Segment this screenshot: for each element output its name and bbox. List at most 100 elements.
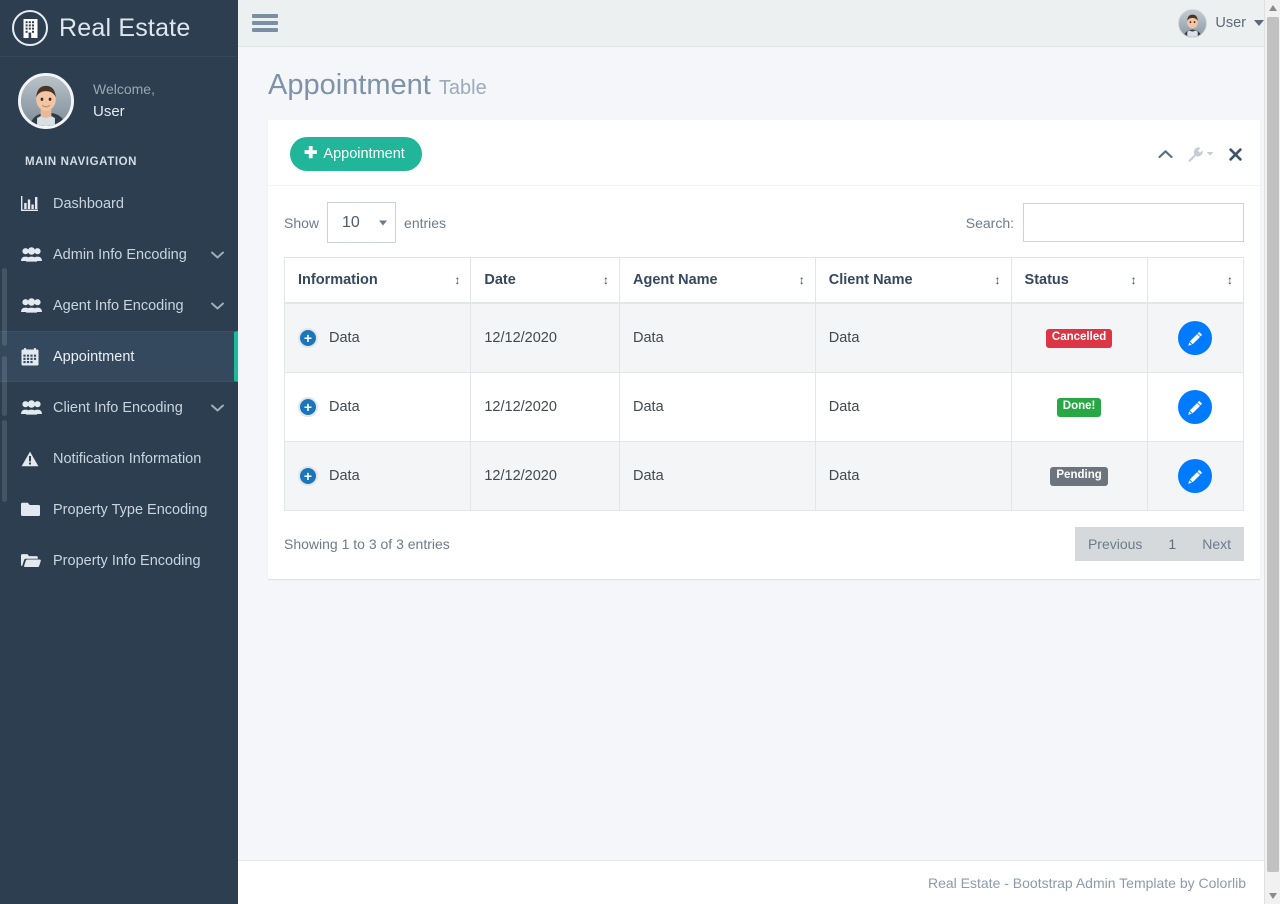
datatable-footer: Showing 1 to 3 of 3 entries Previous 1 N… xyxy=(284,511,1244,573)
entries-label: entries xyxy=(404,214,447,231)
page-length-control: Show 10 25 50 100 entries xyxy=(284,202,446,243)
table-header-row: Information ↕ Date ↕ Agent Name ↕ Client… xyxy=(283,257,1245,304)
content-area: Appointment Table ✚ Appointment Show 10 … xyxy=(238,47,1280,860)
edit-button[interactable] xyxy=(1178,390,1213,424)
sort-icon: ↕ xyxy=(1227,273,1233,287)
scrollbar-thumb[interactable] xyxy=(1267,17,1279,872)
avatar xyxy=(18,73,74,129)
cell-information-text: Data xyxy=(329,399,360,415)
pagination-page-1[interactable]: 1 xyxy=(1155,527,1189,561)
user-menu[interactable]: User xyxy=(1178,8,1264,38)
sidebar-item-label: Appointment xyxy=(53,348,135,365)
cell-status: Pending xyxy=(1010,441,1148,511)
add-appointment-button[interactable]: ✚ Appointment xyxy=(290,137,422,171)
table-row: + Data 12/12/2020 Data Data Done! xyxy=(283,372,1245,442)
edit-button[interactable] xyxy=(1178,459,1213,493)
pencil-icon xyxy=(1188,331,1203,346)
cell-actions xyxy=(1146,372,1245,442)
expand-row-icon[interactable]: + xyxy=(298,466,318,486)
bar-chart-icon xyxy=(21,196,47,211)
expand-row-icon[interactable]: + xyxy=(298,397,318,417)
column-header-date[interactable]: Date ↕ xyxy=(470,257,620,304)
folder-open-icon xyxy=(21,553,47,568)
column-header-information[interactable]: Information ↕ xyxy=(283,257,472,304)
page-length-select-wrap: 10 25 50 100 xyxy=(327,202,397,243)
sort-icon: ↕ xyxy=(1130,273,1137,287)
warning-triangle-icon xyxy=(21,451,47,467)
topbar: User xyxy=(238,0,1280,47)
column-header-client-name[interactable]: Client Name ↕ xyxy=(814,257,1012,304)
status-badge: Done! xyxy=(1056,398,1102,417)
appointment-table: Information ↕ Date ↕ Agent Name ↕ Client… xyxy=(283,257,1245,511)
caret-down-icon xyxy=(1254,20,1264,26)
sidebar-item-label: Client Info Encoding xyxy=(53,399,183,416)
sidebar-item-notification-information[interactable]: Notification Information xyxy=(0,433,238,484)
plus-icon: ✚ xyxy=(304,145,318,162)
page-length-select[interactable]: 10 25 50 100 xyxy=(327,202,397,243)
sidebar-item-client-info-encoding[interactable]: Client Info Encoding xyxy=(0,382,238,433)
sidebar: Real Estate Welcome, User MAIN NAVIGATIO… xyxy=(0,0,238,904)
sort-icon: ↕ xyxy=(798,273,805,287)
pagination-previous[interactable]: Previous xyxy=(1075,527,1155,561)
page-footer: Real Estate - Bootstrap Admin Template b… xyxy=(238,860,1280,904)
cell-client-name: Data xyxy=(814,441,1012,511)
sidebar-item-label: Property Info Encoding xyxy=(53,552,201,569)
sidebar-user-meta: Welcome, User xyxy=(93,79,155,123)
sidebar-item-label: Dashboard xyxy=(53,195,124,212)
pencil-icon xyxy=(1188,400,1203,415)
card-body: Show 10 25 50 100 entries xyxy=(268,186,1260,579)
expand-row-icon[interactable]: + xyxy=(298,328,318,348)
cell-status: Cancelled xyxy=(1010,302,1148,373)
brand-header[interactable]: Real Estate xyxy=(0,0,238,57)
sidebar-item-property-info-encoding[interactable]: Property Info Encoding xyxy=(0,535,238,586)
search-input[interactable] xyxy=(1023,203,1244,242)
sidebar-user-panel[interactable]: Welcome, User xyxy=(0,57,238,147)
sidebar-item-label: Notification Information xyxy=(53,450,202,467)
wrench-icon[interactable] xyxy=(1188,146,1214,162)
sidebar-item-label: Property Type Encoding xyxy=(53,501,208,518)
browser-scrollbar[interactable] xyxy=(1264,0,1280,904)
table-head: Information ↕ Date ↕ Agent Name ↕ Client… xyxy=(283,257,1245,304)
sidebar-item-agent-info-encoding[interactable]: Agent Info Encoding xyxy=(0,280,238,331)
sidebar-item-admin-info-encoding[interactable]: Admin Info Encoding xyxy=(0,229,238,280)
column-label: Client Name xyxy=(828,272,913,288)
chevron-down-icon xyxy=(1206,151,1214,157)
building-icon xyxy=(12,10,48,46)
topbar-user-label: User xyxy=(1215,15,1246,31)
sidebar-scrollbar-segment[interactable] xyxy=(2,268,7,346)
sidebar-user-name: User xyxy=(93,103,125,121)
pagination-next[interactable]: Next xyxy=(1189,527,1244,561)
table-body: + Data 12/12/2020 Data Data Cancelled + … xyxy=(283,302,1245,511)
status-badge: Cancelled xyxy=(1045,329,1113,348)
close-icon[interactable] xyxy=(1229,147,1242,161)
sidebar-scrollbar-segment[interactable] xyxy=(2,420,7,502)
card-header: ✚ Appointment xyxy=(268,123,1260,186)
sidebar-item-appointment[interactable]: Appointment xyxy=(0,331,238,382)
hamburger-icon[interactable] xyxy=(252,12,278,34)
footer-text: Real Estate - Bootstrap Admin Template b… xyxy=(927,874,1246,891)
scroll-down-icon[interactable] xyxy=(1269,893,1277,899)
nav-section-header: MAIN NAVIGATION xyxy=(25,156,138,168)
add-appointment-label: Appointment xyxy=(323,145,405,162)
sidebar-item-property-type-encoding[interactable]: Property Type Encoding xyxy=(0,484,238,535)
folder-icon xyxy=(21,502,47,517)
column-header-actions[interactable]: ↕ xyxy=(1146,257,1245,304)
sidebar-nav: Dashboard Admin Info Encoding Agent Info… xyxy=(0,178,238,586)
column-header-agent-name[interactable]: Agent Name ↕ xyxy=(619,257,816,304)
scroll-up-icon[interactable] xyxy=(1269,5,1277,11)
column-header-status[interactable]: Status ↕ xyxy=(1010,257,1148,304)
avatar xyxy=(1178,8,1208,38)
cell-information-text: Data xyxy=(329,468,360,484)
sidebar-item-label: Agent Info Encoding xyxy=(53,297,184,314)
users-icon xyxy=(21,298,47,313)
collapse-icon[interactable] xyxy=(1158,149,1173,159)
users-icon xyxy=(21,400,47,415)
sidebar-scrollbar-segment[interactable] xyxy=(2,356,7,416)
chevron-down-icon xyxy=(211,302,224,310)
cell-date: 12/12/2020 xyxy=(470,372,620,442)
edit-button[interactable] xyxy=(1178,321,1213,355)
show-label: Show xyxy=(284,214,320,231)
sidebar-item-dashboard[interactable]: Dashboard xyxy=(0,178,238,229)
cell-actions xyxy=(1146,302,1245,373)
cell-agent-name: Data xyxy=(619,302,816,373)
